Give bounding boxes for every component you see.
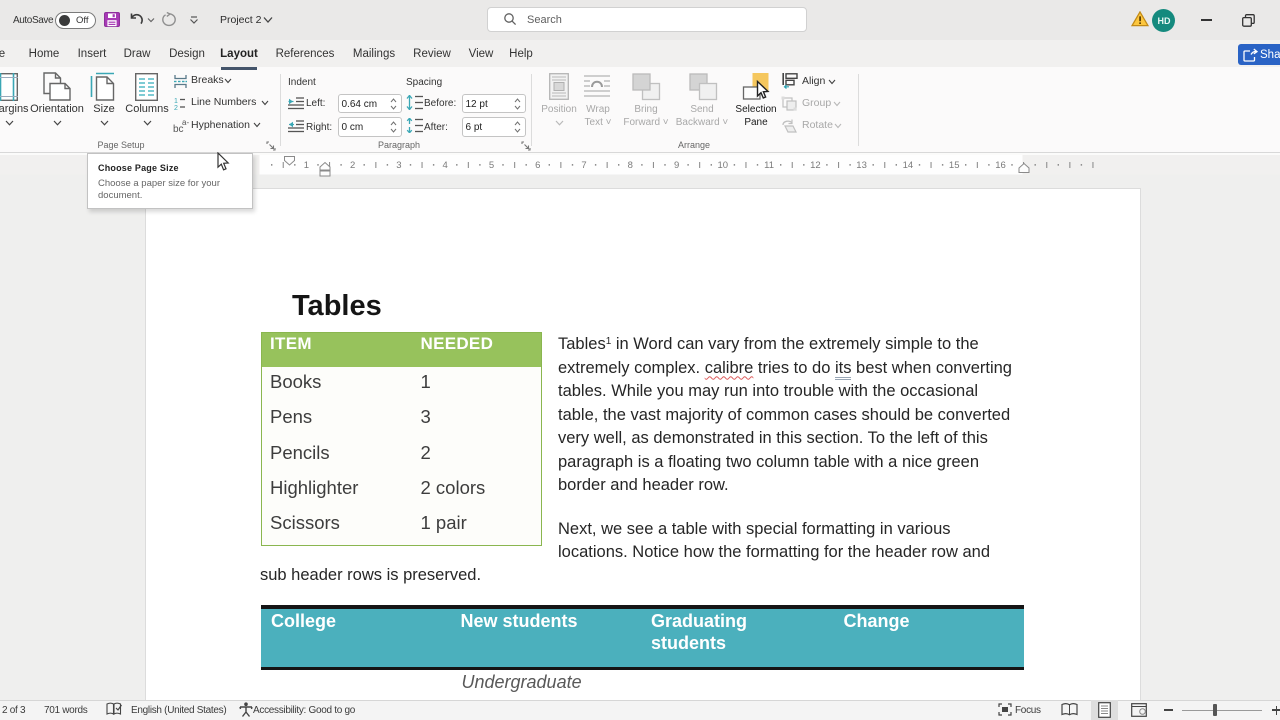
svg-text:10: 10 bbox=[718, 159, 729, 170]
svg-text:14: 14 bbox=[903, 159, 914, 170]
svg-text:8: 8 bbox=[628, 159, 633, 170]
svg-text:13: 13 bbox=[856, 159, 867, 170]
svg-text:12: 12 bbox=[810, 159, 821, 170]
svg-text:7: 7 bbox=[581, 159, 586, 170]
svg-text:15: 15 bbox=[949, 159, 960, 170]
svg-text:6: 6 bbox=[535, 159, 540, 170]
svg-text:4: 4 bbox=[443, 159, 448, 170]
svg-text:1: 1 bbox=[304, 159, 309, 170]
svg-text:3: 3 bbox=[396, 159, 401, 170]
svg-text:1: 1 bbox=[174, 98, 178, 105]
svg-text:11: 11 bbox=[764, 159, 774, 170]
svg-text:5: 5 bbox=[489, 159, 494, 170]
svg-text:16: 16 bbox=[995, 159, 1006, 170]
svg-text:a-: a- bbox=[182, 118, 189, 127]
svg-text:2: 2 bbox=[350, 159, 355, 170]
svg-text:2: 2 bbox=[174, 105, 178, 110]
svg-text:9: 9 bbox=[674, 159, 679, 170]
